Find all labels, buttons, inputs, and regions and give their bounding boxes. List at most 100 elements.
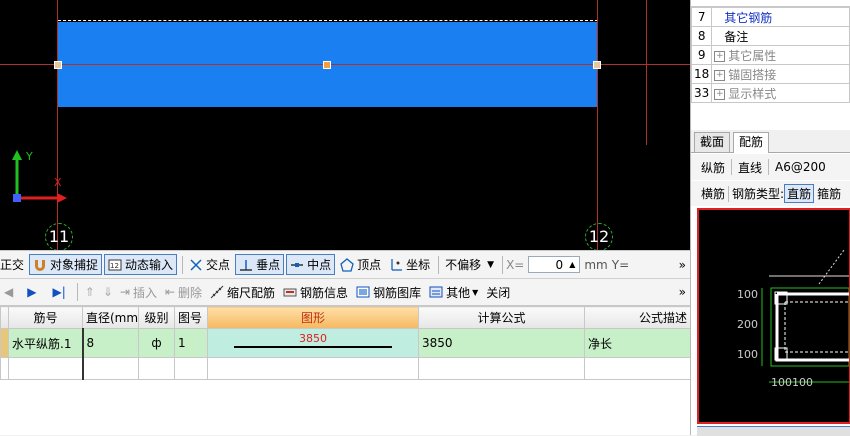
property-row[interactable]: 18 + 锚固搭接 [690, 64, 850, 84]
delete-label: 删除 [178, 285, 203, 300]
dynamic-input-toggle[interactable]: 12 动态输入 [104, 254, 178, 275]
beam-centerline [0, 64, 690, 65]
cell-description[interactable]: 净长 [584, 328, 691, 358]
offset-select[interactable]: 不偏移 ▼ [442, 254, 497, 275]
toolbar-more-button[interactable]: » [679, 258, 686, 272]
midpoint-snap[interactable]: 中点 [286, 254, 336, 275]
close-label: 关闭 [486, 285, 511, 300]
x-coordinate-input[interactable]: 0 ▲ [528, 256, 581, 273]
vertex-snap[interactable]: 顶点 [337, 254, 384, 275]
cell-empty[interactable] [584, 357, 691, 380]
insert-button[interactable]: ⇥ 插入 [117, 282, 160, 303]
cell-shape[interactable]: 3850 [207, 328, 419, 358]
intersection-snap[interactable]: 交点 [186, 254, 233, 275]
property-row-name[interactable]: 备注 [711, 26, 850, 46]
object-snap-toggle[interactable]: 对象捕捉 [29, 254, 103, 275]
cell-bar-no[interactable]: 水平纵筋.1 [8, 328, 84, 358]
cell-empty[interactable] [174, 357, 208, 380]
cell-diameter[interactable]: 8 [82, 328, 139, 358]
dynamic-input-icon: 12 [108, 259, 122, 270]
dim-label-bottom: 100100 [771, 376, 813, 389]
cad-canvas[interactable]: 11 12 Y X [0, 0, 690, 250]
rebar-library-button[interactable]: 钢筋图库 [353, 282, 424, 303]
dim-label-100b: 100 [737, 348, 758, 361]
expand-icon[interactable]: + [714, 69, 726, 81]
property-row-group[interactable]: + 锚固搭接 [711, 64, 850, 84]
delete-button[interactable]: ⇤ 删除 [162, 282, 205, 303]
cell-empty[interactable] [138, 357, 175, 380]
property-row[interactable]: 7 其它钢筋 [690, 7, 850, 27]
toolbar-more-button[interactable]: » [679, 285, 686, 299]
chevron-down-icon: ▼ [472, 287, 479, 297]
property-row-name[interactable]: 其它钢筋 [711, 7, 850, 27]
section-preview[interactable]: 100 200 100 100100 [697, 208, 850, 424]
close-button[interactable]: 关闭 [483, 282, 513, 303]
ucs-icon: Y X [10, 148, 70, 208]
spinner-icon: ▲ [569, 260, 576, 269]
axis-line-12 [597, 0, 598, 250]
col-header-description[interactable]: 公式描述 [584, 306, 691, 329]
cell-figure-no[interactable]: 1 [174, 328, 208, 358]
expand-icon[interactable]: + [714, 88, 726, 100]
grip-end[interactable] [593, 61, 601, 69]
other-menu-button[interactable]: 其他 ▼ [426, 282, 481, 303]
tab-rebar[interactable]: 配筋 [733, 132, 770, 153]
property-row-cut [691, 0, 850, 7]
rebar-info-button[interactable]: 钢筋信息 [280, 282, 351, 303]
property-row[interactable]: 33 + 显示样式 [690, 83, 850, 103]
axis-bubble-12: 12 [585, 223, 613, 250]
move-up-icon[interactable]: ⇑ [85, 285, 95, 299]
property-row[interactable]: 8 备注 [690, 26, 850, 46]
property-row-group[interactable]: + 其它属性 [711, 45, 850, 65]
scale-rebar-button[interactable]: 缩尺配筋 [207, 282, 278, 303]
rebar-type-label: 钢筋类型: [732, 187, 785, 201]
rebar-toolbar: ◀ ▶ ▶| ⇑ ⇓ ⇥ 插入 ⇤ 删除 缩尺配筋 钢筋信息 钢筋图库 其他 ▼… [0, 279, 690, 306]
grip-mid[interactable] [323, 61, 331, 69]
rebar-grid[interactable]: 筋号 直径(mm) 级别 图号 图形 计算公式 公式描述 水平纵筋.1 8 ф … [0, 306, 691, 435]
cell-empty[interactable] [418, 357, 585, 380]
col-header-formula[interactable]: 计算公式 [418, 306, 585, 329]
line-type-select[interactable]: 直线 [738, 159, 762, 176]
col-header-figure-no[interactable]: 图号 [174, 306, 208, 329]
stirrup-button[interactable]: 箍筋 [817, 185, 841, 202]
nav-first-icon[interactable]: ◀ [4, 285, 13, 299]
table-row-empty[interactable] [0, 357, 691, 380]
property-row[interactable]: 9 + 其它属性 [690, 45, 850, 65]
cell-grade[interactable]: ф [138, 328, 175, 358]
expand-icon[interactable]: + [714, 50, 726, 62]
cell-empty[interactable] [82, 357, 139, 380]
offset-select-value: 不偏移 [445, 258, 482, 272]
ucs-y-label: Y [26, 150, 33, 163]
grip-start[interactable] [54, 61, 62, 69]
rebar-spec-input[interactable]: A6@200 [775, 160, 826, 174]
property-row-group[interactable]: + 显示样式 [711, 83, 850, 103]
other-label: 其他 [446, 285, 471, 300]
row-selector-header [0, 306, 9, 329]
separator [182, 255, 184, 274]
col-header-bar-no[interactable]: 筋号 [8, 306, 83, 329]
nav-last-icon[interactable]: ▶| [52, 285, 65, 299]
move-down-icon[interactable]: ⇓ [103, 285, 113, 299]
nav-next-icon[interactable]: ▶ [27, 285, 36, 299]
ortho-toggle[interactable]: 正交 [0, 254, 27, 275]
row-selector[interactable] [0, 328, 9, 358]
cell-empty[interactable] [207, 357, 419, 380]
tab-section[interactable]: 截面 [694, 132, 731, 152]
intersection-icon [190, 258, 202, 271]
col-header-shape[interactable]: 图形 [207, 306, 419, 329]
cell-formula[interactable]: 3850 [418, 328, 585, 358]
coordinate-snap[interactable]: 坐标 [386, 254, 433, 275]
separator [438, 255, 440, 274]
perpendicular-snap[interactable]: 垂点 [235, 254, 285, 275]
col-header-diameter[interactable]: 直径(mm) [82, 306, 139, 329]
table-row[interactable]: 水平纵筋.1 8 ф 1 3850 3850 净长 [0, 328, 691, 358]
cell-empty[interactable] [8, 357, 84, 380]
property-row-no: 8 [690, 26, 713, 46]
midpoint-label: 中点 [307, 258, 332, 272]
x-coordinate-label: X= [506, 257, 525, 272]
straight-rebar-button[interactable]: 直筋 [784, 184, 815, 203]
col-header-grade[interactable]: 级别 [138, 306, 175, 329]
transverse-label[interactable]: 横筋 [701, 185, 725, 202]
row-selector[interactable] [0, 357, 9, 380]
unit-label: mm [584, 257, 608, 272]
